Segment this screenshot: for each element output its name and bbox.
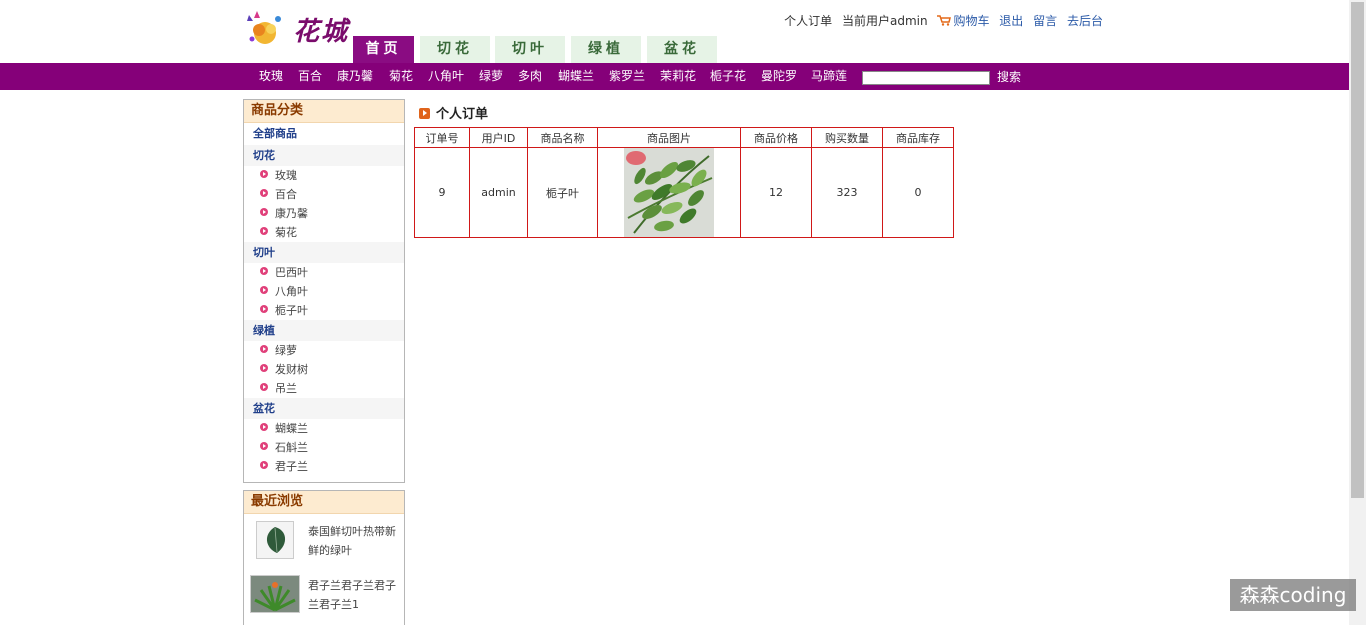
recent-item[interactable]: 泰国鲜切叶热带新鲜的绿叶 xyxy=(244,518,404,572)
table-row: 9 admin 栀子叶 12 323 0 xyxy=(414,147,954,238)
bullet-icon xyxy=(260,189,268,197)
bullet-icon xyxy=(260,208,268,216)
cell-price: 12 xyxy=(740,147,812,238)
recent-item[interactable]: 君子兰君子兰君子兰君子兰1 xyxy=(244,572,404,625)
category-item[interactable]: 栀子叶 xyxy=(244,301,404,320)
nav-item-violet[interactable]: 紫罗兰 xyxy=(609,63,645,90)
recent-item-title[interactable]: 泰国鲜切叶热带新鲜的绿叶 xyxy=(308,522,400,560)
orders-table: 订单号 用户ID 商品名称 商品图片 商品价格 购买数量 商品库存 9 admi… xyxy=(414,127,954,238)
header-user-id: 用户ID xyxy=(469,127,528,148)
bullet-icon xyxy=(260,345,268,353)
recent-item-title[interactable]: 君子兰君子兰君子兰君子兰1 xyxy=(308,576,400,614)
category-item[interactable]: 百合 xyxy=(244,185,404,204)
category-group-cut-flowers[interactable]: 切花 xyxy=(244,145,404,166)
cell-order-id: 9 xyxy=(414,147,470,238)
message-link[interactable]: 留言 xyxy=(1033,14,1057,28)
category-item[interactable]: 蝴蝶兰 xyxy=(244,419,404,438)
category-item[interactable]: 君子兰 xyxy=(244,457,404,476)
all-products-link[interactable]: 全部商品 xyxy=(244,123,404,145)
cell-stock: 0 xyxy=(882,147,954,238)
vertical-scrollbar[interactable] xyxy=(1349,0,1366,625)
leaf-thumbnail[interactable] xyxy=(256,521,294,559)
bullet-icon xyxy=(260,170,268,178)
cell-product-image xyxy=(597,147,741,238)
category-item[interactable]: 菊花 xyxy=(244,223,404,242)
category-item[interactable]: 康乃馨 xyxy=(244,204,404,223)
nav-item-carnation[interactable]: 康乃馨 xyxy=(337,63,373,90)
category-item[interactable]: 巴西叶 xyxy=(244,263,404,282)
category-panel-title: 商品分类 xyxy=(244,100,404,123)
bullet-icon xyxy=(260,227,268,235)
nav-item-calla-lily[interactable]: 马蹄莲 xyxy=(811,63,847,90)
page: 花城 个人订单 当前用户admin 购物车 退出 留言 去后台 首页 切花 切叶… xyxy=(0,0,1349,625)
tab-potted-flowers[interactable]: 盆花 xyxy=(647,36,717,63)
flower-logo-icon xyxy=(247,11,281,44)
nav-item-lily[interactable]: 百合 xyxy=(298,63,322,90)
tab-cut-leaves[interactable]: 切叶 xyxy=(495,36,565,63)
nav-item-bajiao-leaf[interactable]: 八角叶 xyxy=(428,63,464,90)
top-links: 个人订单 当前用户admin 购物车 退出 留言 去后台 xyxy=(778,12,1103,29)
category-panel: 商品分类 全部商品 切花 玫瑰 百合 康乃馨 菊花 切叶 巴西叶 八角叶 栀子叶… xyxy=(243,99,405,483)
nav-item-chrysanthemum[interactable]: 菊花 xyxy=(389,63,413,90)
category-group-potted-flowers[interactable]: 盆花 xyxy=(244,398,404,419)
category-navbar: 玫瑰 百合 康乃馨 菊花 八角叶 绿萝 多肉 蝴蝶兰 紫罗兰 茉莉花 栀子花 曼… xyxy=(0,63,1349,90)
header-order-id: 订单号 xyxy=(414,127,470,148)
product-image xyxy=(624,148,714,237)
tab-home[interactable]: 首页 xyxy=(353,36,414,63)
admin-link[interactable]: 去后台 xyxy=(1067,14,1103,28)
nav-item-succulent[interactable]: 多肉 xyxy=(518,63,542,90)
category-item[interactable]: 发财树 xyxy=(244,360,404,379)
nav-item-datura[interactable]: 曼陀罗 xyxy=(761,63,797,90)
nav-item-gardenia[interactable]: 栀子花 xyxy=(710,63,746,90)
bullet-icon xyxy=(260,286,268,294)
bullet-icon xyxy=(260,305,268,313)
header-price: 商品价格 xyxy=(740,127,812,148)
category-item[interactable]: 吊兰 xyxy=(244,379,404,398)
category-group-cut-leaves[interactable]: 切叶 xyxy=(244,242,404,263)
nav-item-rose[interactable]: 玫瑰 xyxy=(259,63,283,90)
plant-thumbnail[interactable] xyxy=(250,575,300,613)
bullet-icon xyxy=(260,267,268,275)
category-item[interactable]: 玫瑰 xyxy=(244,166,404,185)
bullet-icon xyxy=(260,383,268,391)
page-title: 个人订单 xyxy=(419,103,488,122)
header-stock: 商品库存 xyxy=(882,127,954,148)
tab-cut-flowers[interactable]: 切花 xyxy=(420,36,490,63)
header-product-image: 商品图片 xyxy=(597,127,741,148)
nav-item-jasmine[interactable]: 茉莉花 xyxy=(660,63,696,90)
my-orders-link[interactable]: 个人订单 xyxy=(784,14,832,28)
cell-product-name: 栀子叶 xyxy=(527,147,598,238)
search-button[interactable]: 搜索 xyxy=(997,63,1021,92)
category-item[interactable]: 石斛兰 xyxy=(244,438,404,457)
header-product-name: 商品名称 xyxy=(527,127,598,148)
cart-icon xyxy=(937,15,952,26)
category-group-green-plants[interactable]: 绿植 xyxy=(244,320,404,341)
category-item[interactable]: 绿萝 xyxy=(244,341,404,360)
cart-link[interactable]: 购物车 xyxy=(953,14,989,28)
bullet-icon xyxy=(260,461,268,469)
bullet-icon xyxy=(260,423,268,431)
cell-user-id: admin xyxy=(469,147,528,238)
site-logo[interactable]: 花城 xyxy=(243,7,353,49)
bullet-icon xyxy=(260,364,268,372)
brand-name: 花城 xyxy=(293,17,350,47)
cell-quantity: 323 xyxy=(811,147,883,238)
arrow-icon xyxy=(419,108,430,119)
logout-link[interactable]: 退出 xyxy=(999,14,1023,28)
tab-green-plants[interactable]: 绿植 xyxy=(571,36,641,63)
recent-panel-title: 最近浏览 xyxy=(244,491,404,514)
scrollbar-thumb[interactable] xyxy=(1351,2,1364,498)
nav-item-phalaenopsis[interactable]: 蝴蝶兰 xyxy=(558,63,594,90)
current-user-label: 当前用户admin xyxy=(842,14,928,28)
bullet-icon xyxy=(260,442,268,450)
watermark: 森森coding xyxy=(1230,579,1356,611)
nav-item-pothos[interactable]: 绿萝 xyxy=(479,63,503,90)
header-quantity: 购买数量 xyxy=(811,127,883,148)
table-header-row: 订单号 用户ID 商品名称 商品图片 商品价格 购买数量 商品库存 xyxy=(414,127,954,148)
search-input[interactable] xyxy=(862,71,990,85)
recent-panel: 最近浏览 泰国鲜切叶热带新鲜的绿叶 君子兰君子兰君子兰君子兰1 xyxy=(243,490,405,625)
category-item[interactable]: 八角叶 xyxy=(244,282,404,301)
